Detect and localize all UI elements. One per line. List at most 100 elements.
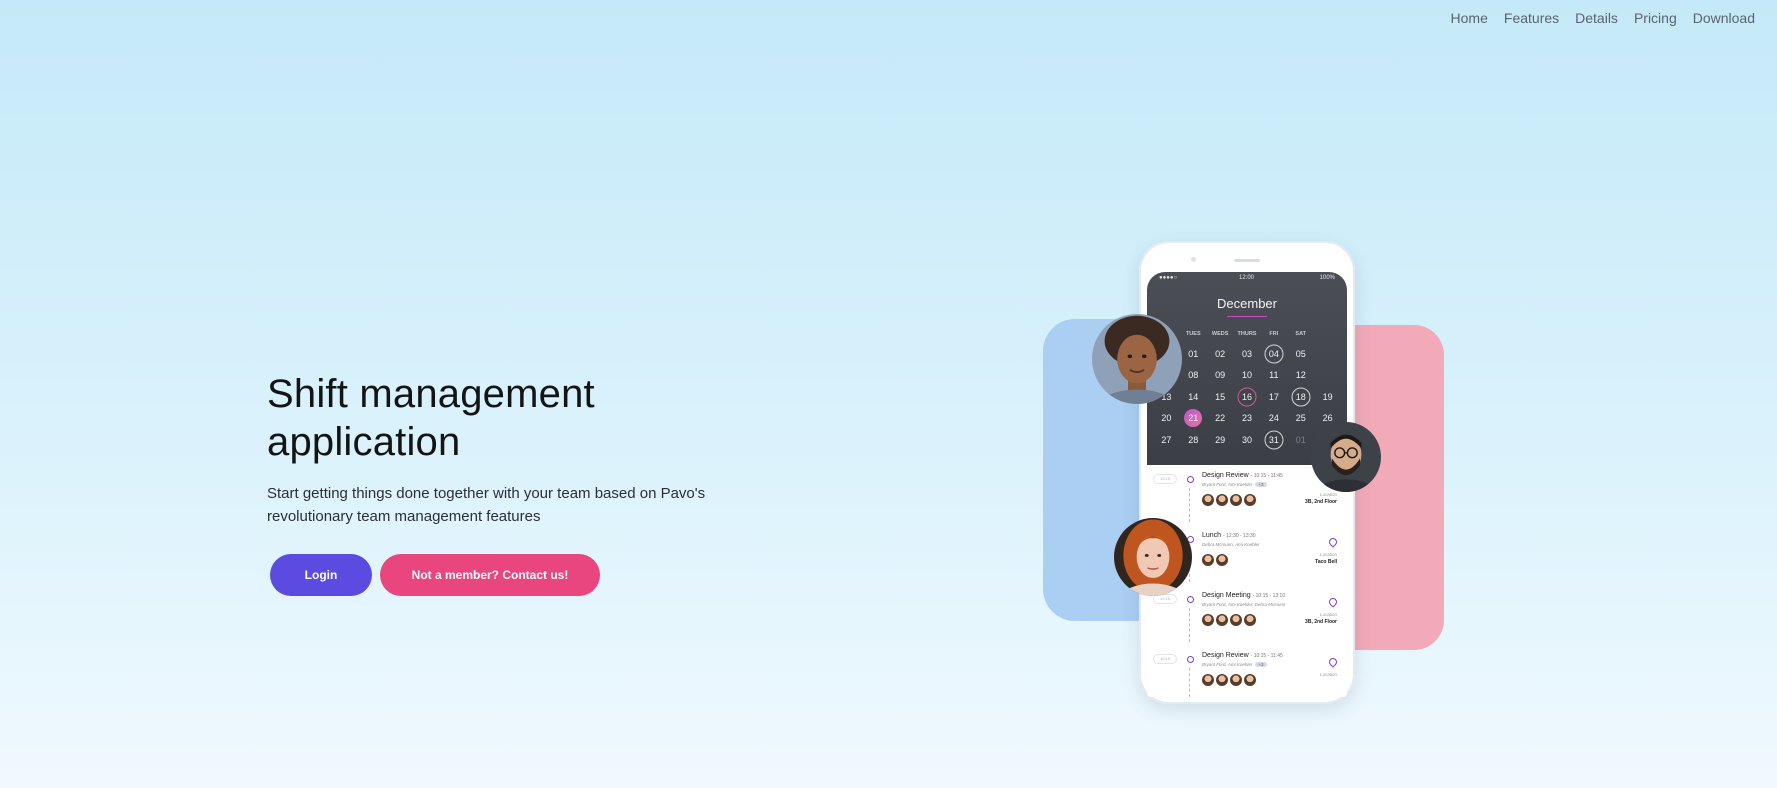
- event-time-range: - 12:30 - 13:30: [1223, 533, 1256, 539]
- calendar-day[interactable]: 31: [1260, 429, 1287, 451]
- avatar-man-glasses: [1311, 422, 1381, 492]
- calendar-day-number: 10: [1241, 370, 1252, 381]
- calendar-day[interactable]: 09: [1207, 365, 1234, 387]
- calendar-day-number: 03: [1241, 348, 1252, 359]
- calendar-day[interactable]: 10: [1234, 365, 1261, 387]
- calendar-day-number: 25: [1295, 413, 1306, 424]
- calendar-day-number: 16: [1241, 391, 1252, 402]
- calendar-day[interactable]: 15: [1207, 386, 1234, 408]
- timeline-connector: [1189, 488, 1191, 522]
- hero-title: Shift management application: [267, 370, 787, 466]
- nav-home-link[interactable]: Home: [1443, 10, 1496, 26]
- calendar-day[interactable]: 12: [1287, 365, 1314, 387]
- calendar-day[interactable]: 23: [1234, 408, 1261, 430]
- attendee-avatar: [1216, 494, 1228, 506]
- weekday-label: [1314, 331, 1341, 337]
- calendar-day[interactable]: 28: [1180, 429, 1207, 451]
- avatar-woman-curly-hair: [1092, 314, 1182, 404]
- event-title: Design Review - 10:15 - 11:45: [1202, 472, 1283, 479]
- calendar-day-number: 31: [1268, 434, 1279, 445]
- contact-us-button[interactable]: Not a member? Contact us!: [380, 554, 600, 596]
- calendar-day[interactable]: 22: [1207, 408, 1234, 430]
- calendar-day[interactable]: 30: [1234, 429, 1261, 451]
- calendar-day[interactable]: [1314, 365, 1341, 387]
- timeline-connector: [1189, 668, 1191, 697]
- timeline-dot-icon: [1187, 596, 1194, 603]
- attendee-avatars: [1202, 614, 1256, 626]
- more-attendees-badge: +3: [1255, 662, 1267, 667]
- calendar-day-number: 11: [1269, 370, 1279, 381]
- event-title-text: Design Review: [1202, 472, 1249, 479]
- event-time-chip: 10:15: [1153, 474, 1177, 484]
- calendar-day[interactable]: 19: [1314, 386, 1341, 408]
- calendar-day[interactable]: 27: [1153, 429, 1180, 451]
- calendar-day[interactable]: 21: [1180, 408, 1207, 430]
- event-location-value: 3B, 2nd Floor: [1305, 499, 1337, 505]
- attendee-avatar: [1244, 614, 1256, 626]
- calendar-day[interactable]: 11: [1260, 365, 1287, 387]
- more-attendees-badge: +3: [1255, 482, 1267, 487]
- calendar-day[interactable]: 01: [1180, 343, 1207, 365]
- calendar-day-number: 28: [1188, 434, 1199, 445]
- event-attendees: Bryant Ford, Ami Koehler +3: [1202, 482, 1267, 487]
- weekday-label: TUES: [1185, 331, 1201, 337]
- calendar-day-number: 02: [1215, 348, 1226, 359]
- attendee-avatar: [1230, 614, 1242, 626]
- event-item[interactable]: 10:15 Design Review - 10:15 - 11:45 Bryant…: [1147, 652, 1347, 697]
- calendar-day[interactable]: 14: [1180, 386, 1207, 408]
- event-attendee-names: Bryant Ford, Ami Koehler: [1202, 482, 1253, 487]
- calendar-day[interactable]: 20: [1153, 408, 1180, 430]
- attendee-avatar: [1216, 674, 1228, 686]
- nav-download-link[interactable]: Download: [1685, 10, 1763, 26]
- calendar-day[interactable]: 24: [1260, 408, 1287, 430]
- hero-title-line2: application: [267, 420, 461, 464]
- calendar-day-number: 29: [1215, 434, 1226, 445]
- event-attendees: Bryant Ford, Ami Koehler, Debra Mcmunn: [1202, 602, 1285, 607]
- calendar-day[interactable]: 01: [1287, 429, 1314, 451]
- calendar-day-number: 09: [1215, 370, 1226, 381]
- calendar-day-number: 30: [1241, 434, 1252, 445]
- calendar-day-number: 26: [1322, 413, 1333, 424]
- avatar-image: [1114, 518, 1192, 596]
- weekday-label: SAT: [1295, 331, 1306, 337]
- calendar-day[interactable]: 04: [1260, 343, 1287, 365]
- event-time-range: - 10:15 - 13:10: [1252, 593, 1286, 599]
- calendar-day-number: 17: [1268, 391, 1279, 402]
- attendee-avatars: [1202, 554, 1228, 566]
- location-pin-icon: [1327, 536, 1339, 548]
- nav-pricing-link[interactable]: Pricing: [1626, 10, 1685, 26]
- login-button[interactable]: Login: [270, 554, 372, 596]
- event-location-label: Location: [1319, 612, 1337, 617]
- attendee-avatar: [1202, 554, 1214, 566]
- nav-features-link[interactable]: Features: [1496, 10, 1567, 26]
- event-location-label: Location: [1319, 492, 1337, 497]
- event-attendees: Bryant Ford, Ami Koehler +3: [1202, 662, 1267, 667]
- calendar-day[interactable]: 03: [1234, 343, 1261, 365]
- attendee-avatar: [1202, 674, 1214, 686]
- event-item[interactable]: 10:15 Design Review - 10:15 - 11:45 Bryant…: [1147, 472, 1347, 532]
- weekday-label: THURS: [1237, 331, 1257, 337]
- calendar-day[interactable]: 05: [1287, 343, 1314, 365]
- calendar-day-number: 20: [1161, 413, 1172, 424]
- event-title-text: Lunch: [1202, 532, 1222, 539]
- battery-indicator: 100%: [1319, 275, 1335, 281]
- calendar-day[interactable]: 02: [1207, 343, 1234, 365]
- calendar-day[interactable]: 16: [1234, 386, 1261, 408]
- nav-details-link[interactable]: Details: [1567, 10, 1626, 26]
- calendar-day[interactable]: 08: [1180, 365, 1207, 387]
- calendar-day-number: 14: [1188, 391, 1199, 402]
- status-time: 12:00: [1239, 275, 1255, 281]
- attendee-avatars: [1202, 494, 1256, 506]
- calendar-day[interactable]: 18: [1287, 386, 1314, 408]
- calendar-day[interactable]: 29: [1207, 429, 1234, 451]
- calendar-day-number: 15: [1215, 391, 1226, 402]
- calendar-day-number: 01: [1188, 348, 1199, 359]
- event-item[interactable]: 10:15 Design Meeting - 10:15 - 13:10 Bryan…: [1147, 592, 1347, 652]
- calendar-day[interactable]: 25: [1287, 408, 1314, 430]
- calendar-day[interactable]: [1314, 343, 1341, 365]
- calendar-day-number: 04: [1268, 348, 1279, 359]
- event-location-label: Location: [1319, 552, 1337, 557]
- calendar-day[interactable]: 17: [1260, 386, 1287, 408]
- event-title: Lunch - 12:30 - 13:30: [1202, 532, 1256, 539]
- timeline-dot-icon: [1187, 656, 1194, 663]
